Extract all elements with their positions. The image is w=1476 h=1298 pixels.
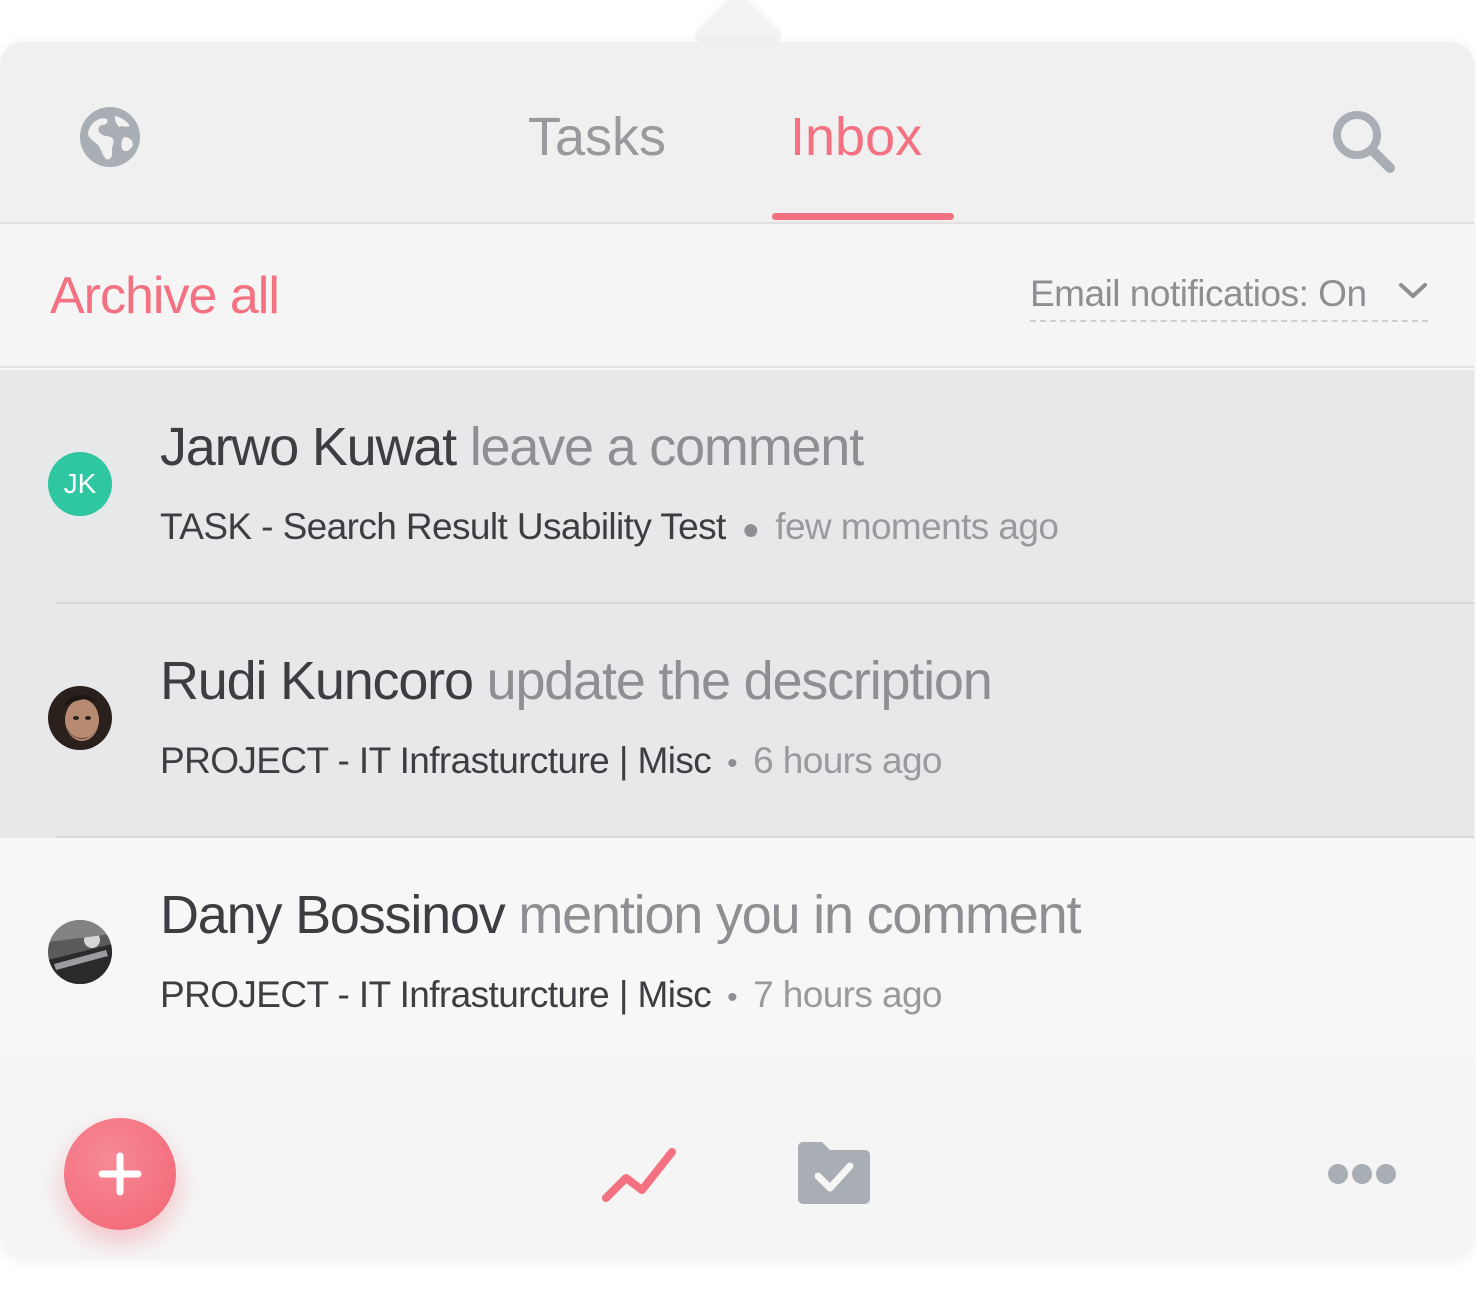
avatar [48, 920, 112, 984]
action-text: leave a comment [469, 417, 864, 477]
add-button[interactable] [64, 1118, 176, 1230]
notification-row[interactable]: Dany Bossinov mention you in comment PRO… [0, 838, 1474, 1072]
activity-button[interactable] [602, 1146, 678, 1206]
globe-button[interactable] [80, 107, 140, 167]
search-button[interactable] [1330, 108, 1396, 174]
user-photo-icon [48, 920, 112, 984]
chevron-down-icon [1399, 283, 1427, 298]
notification-meta: PROJECT - IT Infrasturcture | Misc • 7 hou… [160, 970, 943, 1023]
notification-meta: TASK - Search Result Usability Test ● few … [160, 502, 1059, 555]
notification-meta: PROJECT - IT Infrasturcture | Misc • 6 hou… [160, 736, 943, 789]
timestamp: 7 hours ago [753, 974, 942, 1015]
actor-name: Rudi Kuncoro [160, 651, 474, 711]
more-button[interactable] [1326, 1162, 1398, 1186]
notification-row[interactable]: JK Jarwo Kuwat leave a comment TASK - Se… [0, 370, 1474, 604]
notification-headline: Dany Bossinov mention you in comment [160, 882, 1081, 948]
tab-inbox[interactable]: Inbox [790, 102, 922, 172]
globe-icon [80, 107, 140, 167]
notification-headline: Rudi Kuncoro update the description [160, 648, 993, 714]
actor-name: Dany Bossinov [160, 885, 506, 945]
more-icon [1328, 1164, 1396, 1184]
notification-headline: Jarwo Kuwat leave a comment [160, 414, 864, 480]
archive-all-button[interactable]: Archive all [50, 266, 280, 326]
header: Tasks Inbox [0, 42, 1474, 224]
tab-tasks[interactable]: Tasks [528, 102, 666, 172]
action-text: mention you in comment [518, 885, 1081, 945]
context-label: PROJECT - IT Infrasturcture | Misc [160, 974, 712, 1015]
email-notifications-label: Email notificatios: On [1030, 273, 1367, 314]
folder-check-icon [798, 1142, 870, 1204]
timestamp: few moments ago [775, 506, 1059, 547]
user-photo-icon [48, 686, 112, 750]
bottom-bar [0, 1058, 1474, 1258]
search-icon [1333, 111, 1395, 173]
context-label: PROJECT - IT Infrasturcture | Misc [160, 740, 712, 781]
projects-button[interactable] [796, 1140, 872, 1206]
plus-icon [98, 1152, 142, 1196]
separator-dot: ● [741, 513, 760, 546]
context-label: TASK - Search Result Usability Test [160, 506, 726, 547]
active-tab-indicator [772, 213, 954, 220]
separator-dot: • [727, 981, 738, 1014]
avatar: JK [48, 452, 112, 516]
avatar [48, 686, 112, 750]
action-text: update the description [486, 651, 993, 711]
action-bar: Archive all Email notificatios: On [0, 226, 1474, 368]
inbox-popover: Tasks Inbox Archive all Email notificati… [0, 0, 1476, 1298]
inbox-panel: Tasks Inbox Archive all Email notificati… [0, 42, 1474, 1258]
notification-row[interactable]: Rudi Kuncoro update the description PROJ… [0, 604, 1474, 838]
separator-dot: • [727, 747, 738, 780]
actor-name: Jarwo Kuwat [160, 417, 457, 477]
timestamp: 6 hours ago [753, 740, 942, 781]
email-notifications-dropdown[interactable]: Email notificatios: On [1030, 272, 1428, 322]
activity-icon [602, 1148, 676, 1202]
notification-list: JK Jarwo Kuwat leave a comment TASK - Se… [0, 370, 1474, 1072]
